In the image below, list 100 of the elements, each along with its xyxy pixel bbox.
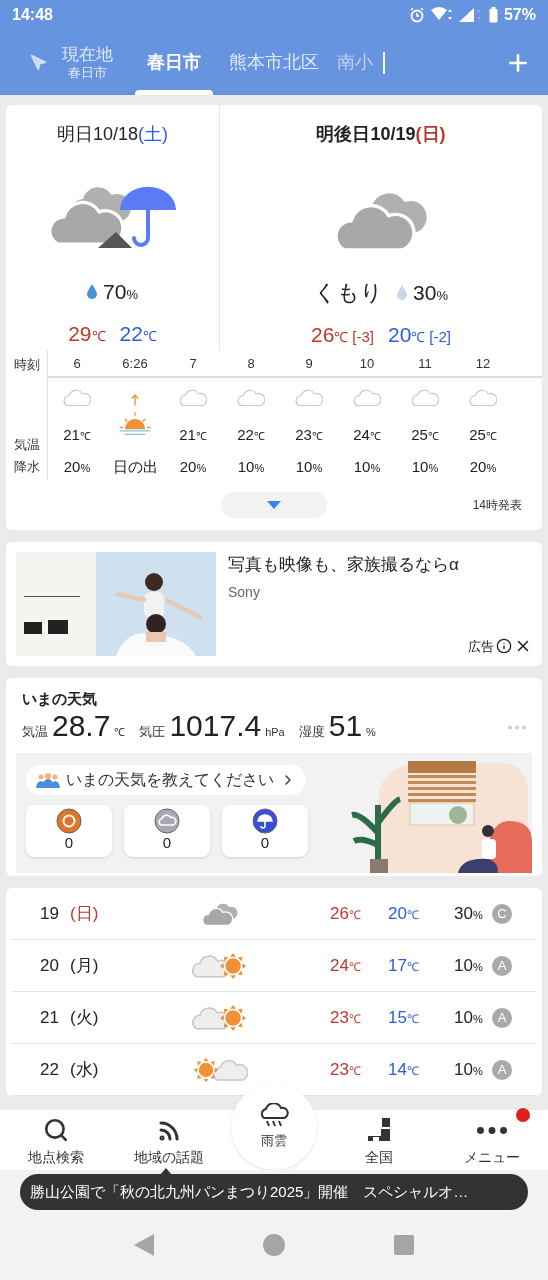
japan-map-icon	[366, 1117, 393, 1143]
cloud-icon	[353, 387, 381, 407]
week-weekday: (月)	[70, 954, 100, 977]
week-high: 23℃	[330, 1006, 362, 1029]
hour-label: 12	[474, 355, 492, 373]
hour-label: 6:26	[121, 355, 149, 373]
rainy-vote-icon	[252, 808, 278, 835]
news-ticker[interactable]: 勝山公園で「秋の北九州パンまつり2025」開催 スペシャルオ…	[20, 1174, 528, 1210]
metric-value: 28.7	[52, 710, 111, 741]
nav-button[interactable]: メニュー	[435, 1110, 548, 1170]
metric-unit: %	[366, 724, 376, 740]
caret-down-icon	[267, 501, 281, 509]
metric-label: 湿度	[298, 722, 325, 741]
cloud-icon	[179, 387, 207, 407]
location-arrow-icon	[30, 53, 48, 72]
battery-level: 57%	[503, 5, 536, 25]
high-temp: 29℃	[68, 320, 106, 347]
ad-advertiser: Sony	[228, 582, 261, 602]
hour-temp: 21℃	[63, 424, 91, 445]
metric-unit: ℃	[114, 724, 126, 740]
back-icon[interactable]	[134, 1234, 155, 1256]
cloud-icon	[411, 387, 439, 407]
issued-time: 14時発表	[472, 497, 522, 514]
hour-precip: 20%	[179, 456, 207, 477]
low-temp: 20℃	[388, 322, 426, 348]
reliability-badge: A	[492, 1059, 512, 1080]
high-temp: 26℃	[310, 322, 349, 348]
weather-text: くもり	[314, 279, 384, 307]
signal-icon	[458, 7, 483, 23]
week-day: 20	[40, 952, 70, 979]
hour-label: 9	[304, 355, 314, 373]
hour-precip: 10%	[237, 456, 265, 477]
high-temp-diff: [-3]	[352, 327, 374, 347]
ad-headline: 写真も映像も、家族撮るならα	[228, 554, 460, 576]
row-label: 降水	[13, 458, 40, 477]
week-low: 20℃	[388, 902, 420, 925]
home-icon[interactable]	[263, 1234, 285, 1256]
row-label: 気温	[13, 435, 40, 454]
battery-icon	[488, 7, 498, 23]
alarm-icon	[408, 7, 425, 23]
hour-label: 7	[188, 355, 198, 373]
metric-unit: hPa	[265, 724, 285, 740]
week-day: 19	[40, 900, 70, 927]
week-weekday: (日)	[70, 902, 100, 925]
weather-vote-button[interactable]: 0	[26, 804, 112, 857]
nav-button[interactable]: 地点検索	[0, 1110, 113, 1170]
weather-vote-button[interactable]: 0	[222, 804, 308, 857]
forecast-date: 明日 10/18(土)	[56, 123, 168, 146]
section-title: いまの天気	[21, 689, 98, 709]
hour-temp: 22℃	[237, 424, 265, 445]
week-day: 21	[40, 1004, 70, 1031]
hour-temp: 25℃	[469, 424, 497, 445]
hour-temp: 23℃	[295, 424, 323, 445]
precip-chance: 30%	[413, 279, 448, 306]
metric-value: 1017.4	[169, 710, 262, 741]
menu-icon	[476, 1126, 507, 1134]
reliability-badge: A	[492, 1007, 512, 1028]
nav-button[interactable]: 地域の話題	[112, 1110, 225, 1170]
status-time: 14:48	[12, 5, 53, 25]
report-prompt-button[interactable]: いまの天気を教えてください	[26, 764, 306, 795]
hour-temp: 21℃	[179, 424, 207, 445]
week-high: 24℃	[330, 954, 362, 977]
weather-vote-button[interactable]: 0	[124, 804, 210, 857]
nav-button[interactable]: 全国	[323, 1110, 436, 1170]
more-icon[interactable]	[508, 725, 526, 730]
metric-label: 気圧	[139, 722, 166, 741]
week-precip: 10%	[454, 1058, 484, 1081]
search-icon	[43, 1117, 70, 1143]
hour-label: 8	[246, 355, 256, 373]
expand-button[interactable]	[221, 492, 327, 518]
hour-precip: 20%	[469, 456, 497, 477]
week-weekday: (水)	[70, 1058, 100, 1081]
hour-temp: 24℃	[353, 424, 381, 445]
week-low: 17℃	[388, 954, 420, 977]
hour-label: 6	[72, 355, 82, 373]
recents-icon[interactable]	[393, 1235, 414, 1255]
week-weekday: (火)	[70, 1006, 100, 1029]
rain-radar-button[interactable]: 雨雲	[231, 1084, 317, 1170]
hour-precip: 10%	[295, 456, 323, 477]
row-label: 時刻	[13, 356, 40, 375]
hour-label: 10	[358, 355, 376, 373]
cloud-icon	[469, 387, 497, 407]
week-low: 15℃	[388, 1006, 420, 1029]
hour-precip: 10%	[411, 456, 439, 477]
info-icon[interactable]	[496, 638, 512, 655]
hour-precip: 20%	[63, 456, 91, 477]
week-high: 23℃	[330, 1058, 362, 1081]
metric-label: 気温	[22, 722, 48, 741]
sunny-vote-icon	[56, 808, 82, 835]
week-precip: 10%	[454, 1006, 484, 1029]
hour-temp: 25℃	[411, 424, 439, 445]
cloud-icon	[237, 387, 265, 407]
reliability-badge: C	[492, 903, 512, 924]
week-day: 22	[40, 1056, 70, 1083]
precip-chance: 70%	[103, 279, 138, 305]
cloudy-vote-icon	[154, 808, 180, 835]
hour-precip: 10%	[353, 456, 381, 477]
ad-label: 広告	[468, 637, 494, 656]
forecast-date: 明後日10/19(日)	[316, 123, 446, 146]
cloud-icon	[63, 387, 91, 407]
